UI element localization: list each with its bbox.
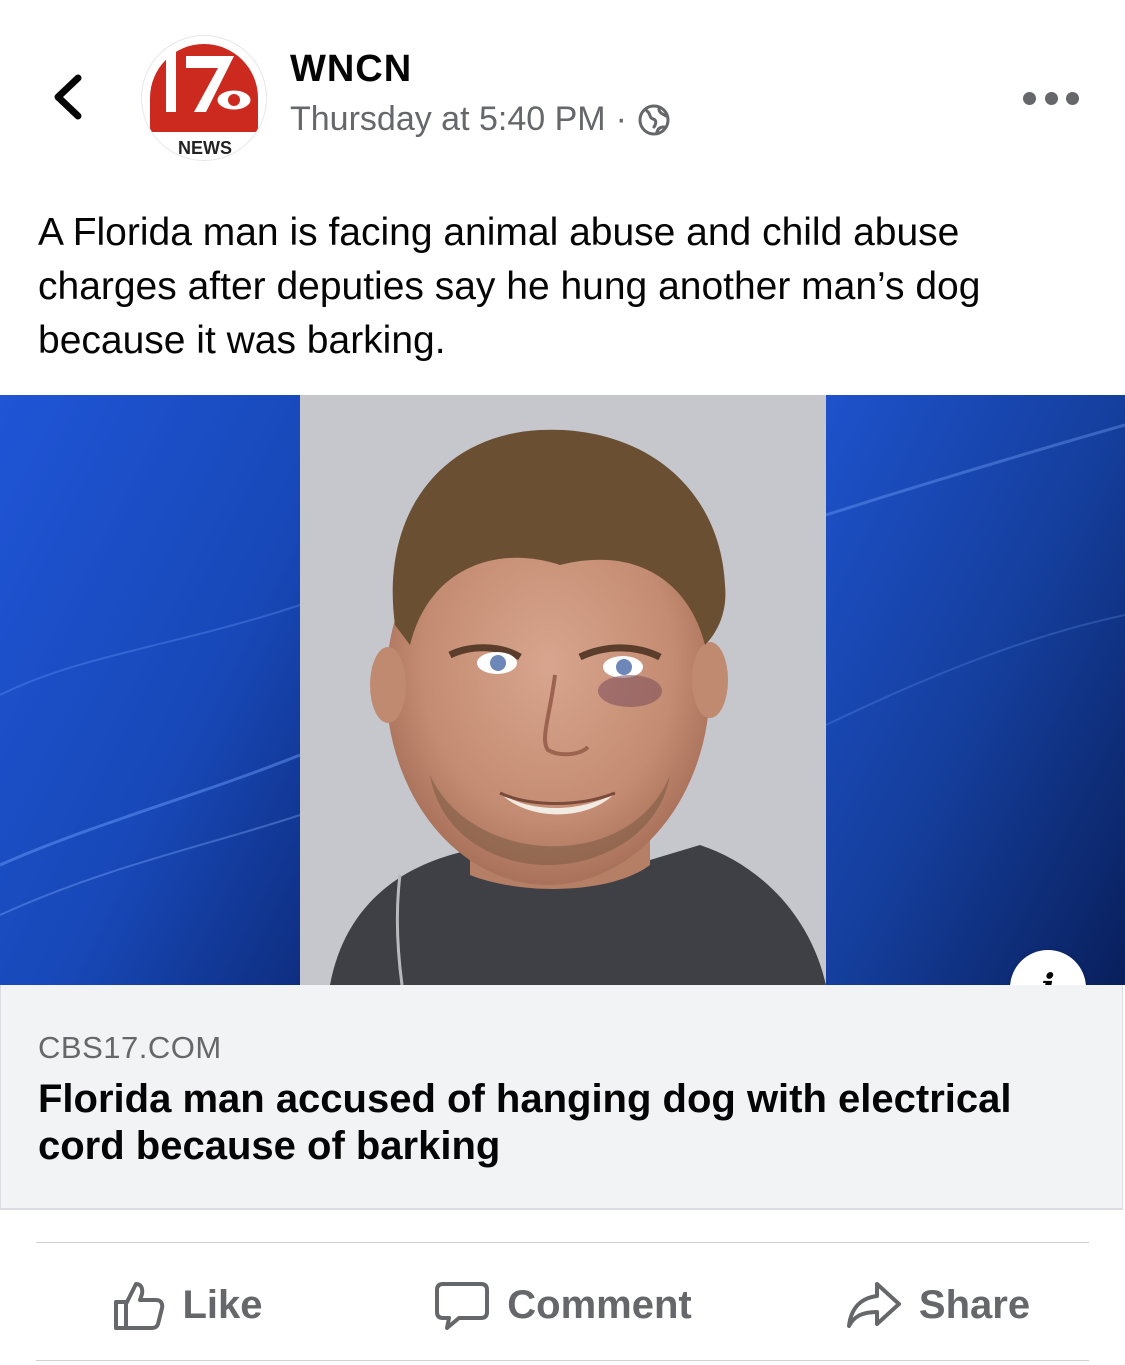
- page-avatar[interactable]: NEWS: [142, 36, 266, 160]
- post-text: A Florida man is facing animal abuse and…: [38, 211, 981, 362]
- link-headline[interactable]: Florida man accused of hanging dog with …: [38, 1076, 1098, 1170]
- post-actions-bar: Like Comment Share: [0, 1262, 1125, 1348]
- share-arrow-icon: [846, 1282, 901, 1328]
- globe-icon: [638, 104, 670, 135]
- post-header: NEWS WNCN Thursday at 5:40 PM ·: [0, 0, 1125, 180]
- like-button[interactable]: Like: [0, 1262, 375, 1348]
- comment-label: Comment: [507, 1282, 692, 1327]
- link-preview-image[interactable]: [0, 395, 1125, 985]
- back-chevron-icon[interactable]: [48, 72, 88, 122]
- comment-button[interactable]: Comment: [375, 1262, 750, 1348]
- page-name[interactable]: WNCN: [290, 48, 412, 91]
- share-button[interactable]: Share: [750, 1262, 1125, 1348]
- like-label: Like: [182, 1282, 263, 1327]
- actions-divider-bottom: [36, 1360, 1089, 1361]
- more-options-icon[interactable]: [1023, 86, 1079, 110]
- timestamp[interactable]: Thursday at 5:40 PM: [290, 100, 606, 139]
- share-label: Share: [918, 1282, 1031, 1327]
- thumbs-up-icon: [114, 1282, 165, 1330]
- actions-divider-top: [36, 1242, 1089, 1243]
- meta-separator: ·: [615, 100, 627, 138]
- comment-bubble-icon: [435, 1282, 490, 1330]
- post-meta: Thursday at 5:40 PM ·: [290, 100, 671, 139]
- wncn-logo-icon: NEWS: [142, 36, 266, 160]
- svg-text:NEWS: NEWS: [178, 138, 232, 158]
- link-domain: CBS17.COM: [38, 1030, 222, 1065]
